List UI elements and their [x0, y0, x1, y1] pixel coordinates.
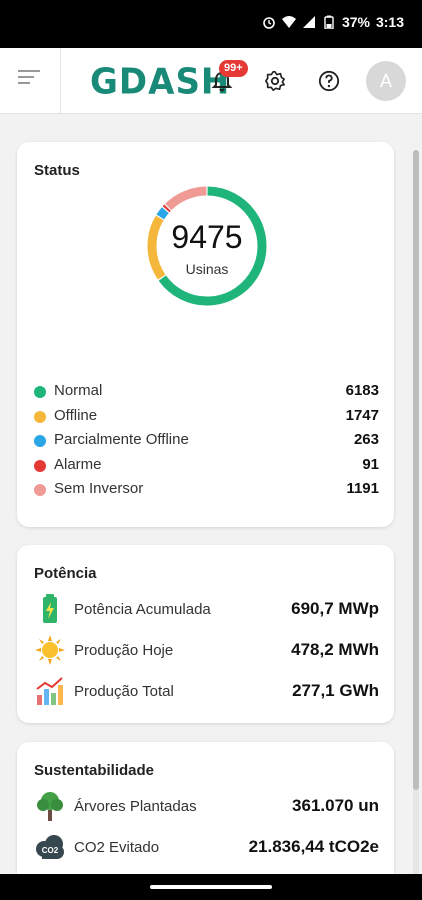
total-plants-label: Usinas [185, 261, 229, 277]
legend-item-offline[interactable]: Offline 1747 [34, 407, 379, 429]
legend-value: 6183 [345, 382, 379, 399]
legend-label: Normal [54, 382, 103, 399]
metric-row-arvores: Árvores Plantadas 361.070 un [34, 790, 379, 824]
metric-label: Árvores Plantadas [74, 798, 197, 815]
potencia-card-title: Potência [34, 565, 97, 582]
legend-value: 91 [362, 455, 379, 473]
legend-color-dot [34, 435, 46, 447]
status-card: Status 9475 Usinas Normal 6183 Offline 1747… [17, 142, 394, 527]
metric-row-producao-hoje: Produção Hoje 478,2 MWh [34, 634, 379, 668]
legend-item-alarme[interactable]: Alarme 91 [34, 456, 379, 478]
metric-label: CO2 Evitado [74, 839, 160, 856]
metric-value: 478,2 MWh [291, 640, 379, 659]
legend-color-dot [34, 410, 46, 423]
scrollbar-thumb[interactable] [413, 150, 419, 790]
metric-row-producao-total: Produção Total 277,1 GWh [34, 675, 379, 709]
legend-item-sem-inversor[interactable]: Sem Inversor 1191 [34, 480, 379, 502]
metric-row-co2: CO2 CO2 Evitado 21.836,44 tCO2e [34, 831, 379, 865]
legend-label: Alarme [54, 455, 102, 473]
help-icon[interactable] [318, 70, 340, 92]
co2-cloud-icon: CO2 [36, 835, 64, 859]
metric-value: 21.836,44 tCO2e [248, 837, 379, 856]
legend-label: Parcialmente Offline [54, 431, 189, 448]
system-status-bar: 37% 3:13 [0, 0, 422, 48]
metric-label: Produção Hoje [74, 642, 174, 659]
legend-value: 263 [353, 431, 379, 448]
donut-segment-alarme [162, 204, 171, 213]
total-plants: 9475 [171, 219, 243, 255]
legend-value: 1747 [345, 406, 379, 424]
chart-icon [36, 677, 63, 705]
gear-icon[interactable] [264, 70, 286, 92]
metric-value: 361.070 un [292, 796, 379, 815]
legend-color-dot [34, 459, 46, 472]
co2-icon-text: CO2 [42, 846, 59, 855]
battery-percent: 37% [341, 14, 370, 30]
signal-icon [302, 16, 315, 28]
legend-item-normal[interactable]: Normal 6183 [34, 382, 379, 404]
menu-icon[interactable] [18, 70, 40, 90]
status-card-title: Status [34, 162, 80, 179]
legend-value: 1191 [346, 480, 379, 497]
legend-color-dot [34, 484, 46, 496]
legend-item-parcialmente-offline[interactable]: Parcialmente Offline 263 [34, 431, 379, 453]
app-bar: GDASH [0, 48, 422, 114]
divider [60, 48, 61, 114]
potencia-card: Potência Potência Acumulada 690,7 MWp Pr… [17, 545, 394, 723]
metric-label: Produção Total [74, 683, 174, 700]
home-gesture-handle[interactable] [150, 885, 272, 889]
avatar[interactable]: A [366, 61, 406, 101]
battery-icon [43, 594, 57, 623]
legend-label: Offline [54, 406, 98, 424]
legend-color-dot [34, 386, 46, 398]
metric-label: Potência Acumulada [74, 601, 211, 618]
tree-icon [37, 792, 63, 821]
notification-badge: 99+ [219, 60, 248, 77]
alarm-icon [263, 17, 275, 29]
sun-icon [35, 635, 65, 665]
battery-status-icon [324, 15, 334, 29]
metric-value: 277,1 GWh [292, 681, 379, 700]
wifi-icon [281, 16, 296, 28]
status-donut-chart: 9475 Usinas [145, 184, 269, 308]
system-nav-bar [0, 874, 422, 900]
legend-label: Sem Inversor [54, 480, 144, 497]
metric-value: 690,7 MWp [291, 599, 379, 618]
sustentabilidade-card-title: Sustentabilidade [34, 762, 155, 779]
donut-segment-sem-inversor [165, 186, 207, 211]
metric-row-potencia-acumulada: Potência Acumulada 690,7 MWp [34, 593, 379, 627]
clock: 3:13 [375, 14, 404, 30]
donut-segment-parcialmente-offline [156, 207, 169, 220]
